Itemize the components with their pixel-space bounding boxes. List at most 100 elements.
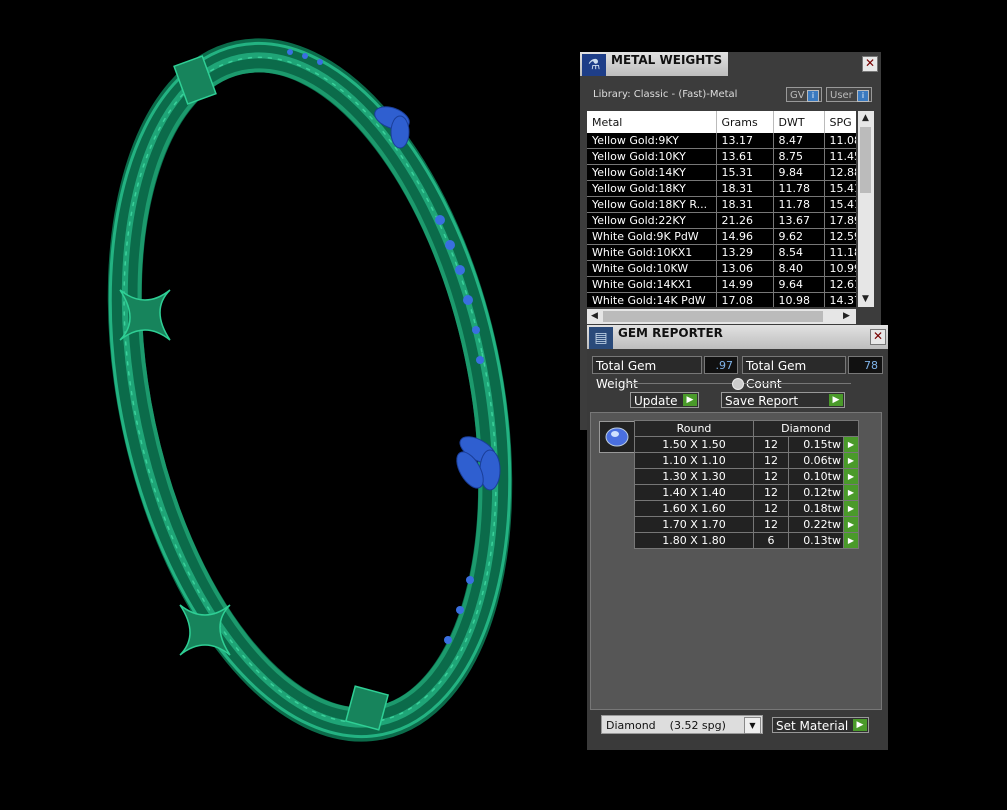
total-gem-weight-label: Total Gem Weight [592, 356, 702, 391]
scroll-thumb[interactable] [860, 127, 871, 193]
table-cell: 17.08 [716, 292, 774, 307]
gem-cell: 12 [753, 452, 789, 469]
table-cell: Yellow Gold:14KY [587, 164, 717, 181]
total-gem-count-label: Total Gem Count [742, 356, 846, 391]
gem-row[interactable]: 1.30 X 1.30 12 0.10tw ▶ [634, 468, 859, 485]
play-icon: ▶ [683, 394, 697, 406]
gem-cell: 1.70 X 1.70 [634, 516, 754, 533]
column-header[interactable]: DWT [773, 111, 825, 133]
update-button[interactable]: Update ▶ [630, 392, 699, 408]
gem-cell: 6 [753, 532, 789, 549]
gem-cell: 1.30 X 1.30 [634, 468, 754, 485]
table-row[interactable]: White Gold:10KW13.068.4010.99 [587, 260, 856, 277]
table-cell: 13.29 [716, 244, 774, 261]
total-gem-count-value: 78 [848, 356, 883, 374]
table-cell: 18.31 [716, 196, 774, 213]
set-material-button[interactable]: Set Material ▶ [772, 717, 869, 733]
vertical-scrollbar[interactable]: ▲ ▼ [858, 111, 874, 307]
info-icon: i [857, 90, 869, 102]
table-cell: 13.06 [716, 260, 774, 277]
table-row[interactable]: Yellow Gold:9KY13.178.4711.08 [587, 133, 856, 149]
table-cell: Yellow Gold:22KY [587, 212, 717, 229]
column-header[interactable]: Grams [716, 111, 774, 133]
table-cell: 8.75 [773, 148, 825, 165]
play-icon[interactable]: ▶ [843, 516, 859, 533]
gem-row[interactable]: 1.50 X 1.50 12 0.15tw ▶ [634, 436, 859, 453]
column-header[interactable]: SPG [824, 111, 856, 133]
gem-cell: 1.60 X 1.60 [634, 500, 754, 517]
save-report-label: Save Report [725, 394, 799, 408]
table-cell: 14.96 [716, 228, 774, 245]
total-gem-weight-value: .97 [704, 356, 738, 374]
table-row[interactable]: White Gold:10KX113.298.5411.18 [587, 244, 856, 261]
gem-cell: 0.06tw [788, 452, 844, 469]
table-cell: 9.84 [773, 164, 825, 181]
slider-handle[interactable] [732, 378, 744, 390]
table-cell: 15.31 [716, 164, 774, 181]
gem-row[interactable]: 1.70 X 1.70 12 0.22tw ▶ [634, 516, 859, 533]
round-gem-icon [599, 421, 635, 453]
ring-model [107, 38, 513, 742]
gem-row[interactable]: 1.80 X 1.80 6 0.13tw ▶ [634, 532, 859, 549]
table-cell: 12.59 [824, 228, 856, 245]
3d-viewport[interactable] [0, 0, 580, 807]
scroll-down-icon[interactable]: ▼ [862, 294, 869, 304]
gem-cell: 12 [753, 484, 789, 501]
table-cell: 11.78 [773, 180, 825, 197]
scroll-up-icon[interactable]: ▲ [862, 113, 869, 123]
table-cell: White Gold:10KW [587, 260, 717, 277]
gem-reporter-titlebar[interactable]: ▤ GEM REPORTER [587, 325, 888, 349]
gv-label: GV [790, 90, 805, 101]
table-row[interactable]: Yellow Gold:10KY13.618.7511.45 [587, 148, 856, 165]
gem-cell: 0.10tw [788, 468, 844, 485]
table-cell: 21.26 [716, 212, 774, 229]
gem-row[interactable]: 1.60 X 1.60 12 0.18tw ▶ [634, 500, 859, 517]
table-cell: 14.99 [716, 276, 774, 293]
table-cell: 17.89 [824, 212, 856, 229]
table-row[interactable]: White Gold:9K PdW14.969.6212.59 [587, 228, 856, 245]
gem-row[interactable]: 1.10 X 1.10 12 0.06tw ▶ [634, 452, 859, 469]
metal-weights-titlebar[interactable]: ⚗ METAL WEIGHTS [580, 52, 728, 76]
gem-cell: 0.18tw [788, 500, 844, 517]
gem-row[interactable]: 1.40 X 1.40 12 0.12tw ▶ [634, 484, 859, 501]
close-icon[interactable]: ✕ [870, 329, 886, 345]
user-toggle[interactable]: User i [826, 87, 872, 102]
play-icon[interactable]: ▶ [843, 468, 859, 485]
table-cell: White Gold:9K PdW [587, 228, 717, 245]
table-cell: Yellow Gold:18KY R... [587, 196, 717, 213]
info-icon: i [807, 90, 819, 102]
material-select[interactable]: Diamond (3.52 spg) ▼ [601, 715, 763, 734]
table-row[interactable]: Yellow Gold:14KY15.319.8412.88 [587, 164, 856, 181]
table-cell: 8.40 [773, 260, 825, 277]
horizontal-scrollbar[interactable]: ◀ ▶ [587, 309, 856, 324]
column-header[interactable]: Metal [587, 111, 717, 133]
table-row[interactable]: Yellow Gold:18KY18.3111.7815.41 [587, 180, 856, 197]
scroll-thumb[interactable] [603, 311, 823, 322]
chevron-down-icon[interactable]: ▼ [744, 717, 761, 734]
play-icon[interactable]: ▶ [843, 436, 859, 453]
table-cell: White Gold:14KX1 [587, 276, 717, 293]
play-icon[interactable]: ▶ [843, 532, 859, 549]
play-icon[interactable]: ▶ [843, 500, 859, 517]
gem-reporter-panel: ▤ GEM REPORTER ✕ Total Gem Weight .97 To… [587, 325, 888, 750]
scroll-right-icon[interactable]: ▶ [843, 311, 850, 321]
gv-toggle[interactable]: GV i [786, 87, 822, 102]
gem-cell: 1.50 X 1.50 [634, 436, 754, 453]
table-row[interactable]: Yellow Gold:18KY R...18.3111.7815.41 [587, 196, 856, 213]
library-label: Library: Classic - (Fast)-Metal [593, 89, 738, 100]
table-cell: 12.88 [824, 164, 856, 181]
table-cell: 9.62 [773, 228, 825, 245]
play-icon[interactable]: ▶ [843, 484, 859, 501]
table-row[interactable]: White Gold:14KX114.999.6412.61 [587, 276, 856, 293]
table-cell: 18.31 [716, 180, 774, 197]
table-cell: Yellow Gold:18KY [587, 180, 717, 197]
gem-table: Round Diamond 1.50 X 1.50 12 0.15tw ▶ 1.10 X… [634, 420, 859, 549]
scroll-left-icon[interactable]: ◀ [591, 311, 598, 321]
close-icon[interactable]: ✕ [862, 56, 878, 72]
play-icon[interactable]: ▶ [843, 452, 859, 469]
gem-reporter-app-icon: ▤ [589, 327, 613, 349]
table-row[interactable]: White Gold:14K PdW17.0810.9814.37 [587, 292, 856, 307]
table-row[interactable]: Yellow Gold:22KY21.2613.6717.89 [587, 212, 856, 229]
user-label: User [830, 90, 853, 101]
save-report-button[interactable]: Save Report ▶ [721, 392, 845, 408]
